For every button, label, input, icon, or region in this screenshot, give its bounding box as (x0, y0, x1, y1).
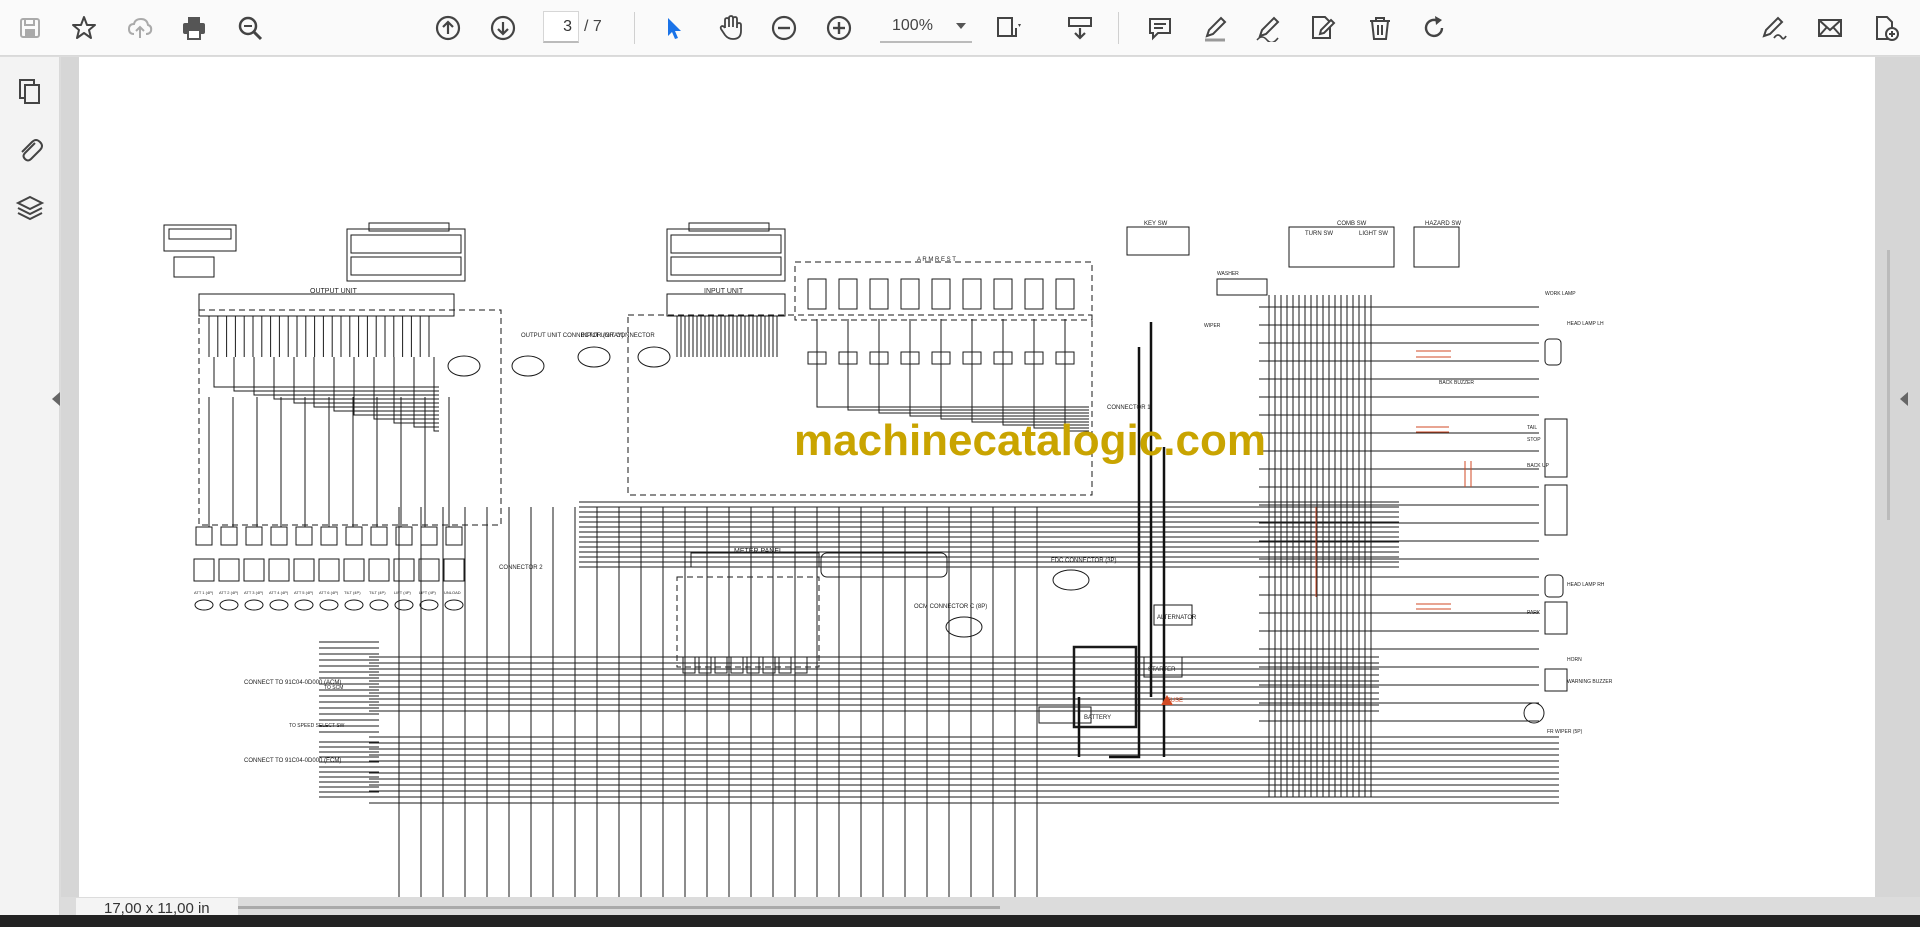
ocm-connector-label: OCM CONNECTOR C (8P) (914, 604, 987, 610)
watermark-text: machinecatalogic.com (794, 416, 1266, 465)
att-connector: TILT (4P) (343, 526, 365, 611)
document-viewport[interactable]: ATT 1 (4P) ATT 2 (4P) ATT 3 (4P) ATT 4 (4P)… (61, 57, 1920, 897)
att-connector: TILT (4P) (368, 526, 390, 611)
connector-2-label: CONNECTOR 2 (499, 565, 543, 571)
back-buzzer-label: BACK BUZZER (1439, 380, 1474, 386)
att-connector: ATT 1 (4P) (193, 526, 215, 611)
to-speed-select-label: TO SPEED SELECT SW (289, 723, 345, 729)
head-lamp-rh-label: HEAD LAMP RH (1567, 582, 1605, 588)
att-connector-label: ATT 1 (4P) (194, 590, 214, 595)
chevron-down-icon (956, 23, 966, 29)
attachments-paperclip-icon[interactable] (10, 130, 50, 170)
zoom-in-icon[interactable] (821, 10, 857, 46)
wiper-label: WIPER (1204, 323, 1221, 329)
att-connector-label: TILT (4P) (344, 590, 361, 595)
park-label: PARK (1527, 610, 1541, 616)
output-unit-label: OUTPUT UNIT (310, 288, 358, 295)
input-unit-label: INPUT UNIT (704, 288, 744, 295)
att-connector-label: TILT (4P) (369, 590, 386, 595)
hand-pan-icon[interactable] (712, 10, 748, 46)
scroll-mode-icon[interactable] (1062, 10, 1098, 46)
connect-ecm-label: CONNECT TO 91C04-0D000 (ECM) (244, 758, 341, 764)
turn-switch-label: TURN SW (1305, 231, 1333, 237)
page-fit-icon[interactable] (990, 10, 1026, 46)
previous-page-arrow-icon[interactable] (52, 392, 60, 406)
wiring-diagram: ATT 1 (4P) ATT 2 (4P) ATT 3 (4P) ATT 4 (4P)… (163, 221, 1613, 897)
page-thumbnails-icon[interactable] (10, 72, 50, 112)
armrest-label: A R M R E S T (917, 257, 956, 263)
att-connector-label: ATT 5 (4P) (294, 590, 314, 595)
page-number-input[interactable] (543, 11, 579, 43)
back-up-label: BACK UP (1527, 463, 1550, 469)
print-icon[interactable] (176, 10, 212, 46)
select-cursor-icon[interactable] (655, 10, 691, 46)
zoom-level-value: 100% (892, 17, 933, 34)
meter-panel-label: METER PANEL (734, 548, 783, 555)
fdc-connector-label: FDC CONNECTOR (3P) (1051, 558, 1117, 564)
comment-icon[interactable] (1142, 10, 1178, 46)
collapse-right-panel-arrow-icon[interactable] (1900, 392, 1908, 406)
draw-icon[interactable] (1250, 10, 1286, 46)
work-lamp-label: WORK LAMP (1545, 291, 1576, 297)
cloud-upload-icon[interactable] (122, 10, 158, 46)
tail-label: TAIL (1527, 425, 1537, 431)
delete-trash-icon[interactable] (1362, 10, 1398, 46)
toolbar: / 7 100% (0, 0, 1920, 56)
hazard-switch-label: HAZARD SW (1425, 221, 1461, 227)
horizontal-scrollbar[interactable] (120, 906, 1000, 909)
pdf-viewer: / 7 100% (0, 0, 1920, 927)
starter-label: STARTER (1148, 667, 1176, 673)
att-connector-label: LIFT (4P) (394, 590, 411, 595)
save-icon[interactable] (12, 10, 48, 46)
att-connector-label: ATT 4 (4P) (269, 590, 289, 595)
comb-switch-label: COMB SW (1337, 221, 1367, 227)
att-connector-label: ATT 3 (4P) (244, 590, 264, 595)
stop-label: STOP (1527, 437, 1541, 443)
alternator-label: ALTERNATOR (1157, 615, 1197, 621)
pdf-page: ATT 1 (4P) ATT 2 (4P) ATT 3 (4P) ATT 4 (4P)… (79, 57, 1875, 897)
fr-wiper-label: FR WIPER (5P) (1547, 729, 1583, 735)
att-connector: ATT 2 (4P) (218, 526, 240, 611)
att-connector-label: ATT 2 (4P) (219, 590, 239, 595)
horn-label: HORN (1567, 657, 1582, 663)
att-connector: ATT 4 (4P) (268, 526, 290, 611)
share-document-icon[interactable] (1868, 10, 1904, 46)
att-connector: UNLOAD (443, 526, 465, 611)
left-sidebar (0, 57, 60, 927)
att-connector: LIFT (4P) (393, 526, 415, 611)
att-connector-label: LIFT (4P) (419, 590, 436, 595)
highlight-pen-icon[interactable] (1197, 10, 1233, 46)
light-switch-label: LIGHT SW (1359, 231, 1388, 237)
zoom-level-select[interactable]: 100% (880, 11, 972, 43)
edit-text-icon[interactable] (1305, 10, 1341, 46)
key-switch-label: KEY SW (1144, 221, 1168, 227)
bookmark-star-icon[interactable] (66, 10, 102, 46)
sign-pen-icon[interactable] (1756, 10, 1792, 46)
att-connector: ATT 5 (4P) (293, 526, 315, 611)
att-connector-label: ATT 6 (4P) (319, 590, 339, 595)
battery-label: BATTERY (1084, 715, 1111, 721)
email-envelope-icon[interactable] (1812, 10, 1848, 46)
head-lamp-lh-label: HEAD LAMP LH (1567, 321, 1604, 327)
bottom-taskbar-strip (0, 915, 1920, 927)
warning-buzzer-label: WARNING BUZZER (1567, 679, 1613, 685)
fuse-label: FUSE (1167, 698, 1183, 704)
redo-rotate-icon[interactable] (1416, 10, 1452, 46)
connector-1-label: CONNECTOR 1 (1107, 405, 1151, 411)
previous-page-icon[interactable] (430, 10, 466, 46)
vertical-scrollbar[interactable] (1887, 250, 1890, 520)
layers-icon[interactable] (10, 188, 50, 228)
to-scm-label: TO SCM (324, 685, 343, 691)
zoom-out-magnifier-icon[interactable] (232, 10, 268, 46)
att-connector-label: UNLOAD (444, 590, 461, 595)
page-total-label: / 7 (584, 18, 602, 35)
att-connector: ATT 3 (4P) (243, 526, 265, 611)
washer-label: WASHER (1217, 271, 1239, 277)
input-unit-connector-label: INPUT UNIT CONNECTOR (581, 333, 655, 339)
att-connector: LIFT (4P) (418, 526, 440, 611)
next-page-icon[interactable] (485, 10, 521, 46)
zoom-out-icon[interactable] (766, 10, 802, 46)
att-connector: ATT 6 (4P) (318, 526, 340, 611)
